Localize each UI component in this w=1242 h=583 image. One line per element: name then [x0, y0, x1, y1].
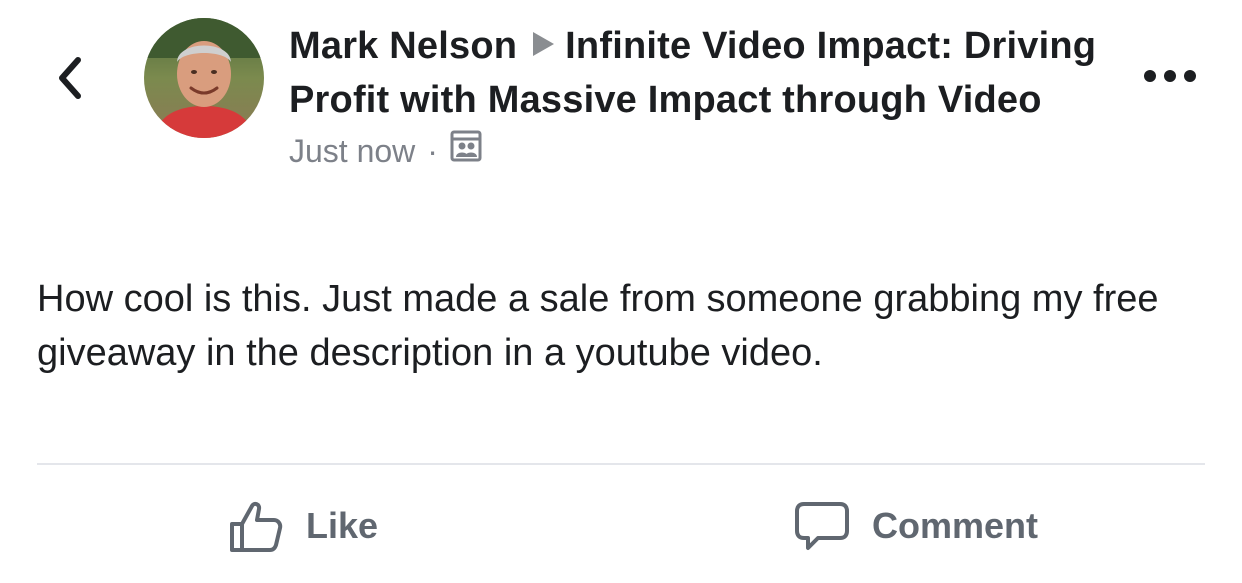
avatar[interactable] [144, 18, 264, 138]
post-text: How cool is this. Just made a sale from … [37, 278, 1159, 374]
more-options-icon-dot [1164, 70, 1176, 82]
speech-bubble-icon [794, 500, 850, 552]
post-header: Mark Nelson Infinite Video Impact: Drivin… [289, 20, 1119, 172]
thumbs-up-icon [228, 498, 284, 554]
more-options-icon-dot [1184, 70, 1196, 82]
like-button[interactable]: Like [228, 490, 378, 562]
post-title: Mark Nelson Infinite Video Impact: Drivin… [289, 20, 1119, 126]
divider [37, 463, 1205, 465]
like-label: Like [306, 505, 379, 546]
more-options-icon [1144, 70, 1156, 82]
more-options-button[interactable] [1144, 64, 1196, 88]
comment-label: Comment [872, 505, 1039, 546]
comment-button[interactable]: Comment [794, 490, 1038, 562]
group-audience-icon [450, 130, 482, 172]
timestamp[interactable]: Just now [289, 130, 415, 172]
author-name[interactable]: Mark Nelson [289, 25, 517, 67]
meta-separator: · [427, 132, 438, 169]
chevron-left-icon [59, 57, 81, 99]
avatar-photo [144, 18, 264, 138]
post-meta: Just now · [289, 130, 1119, 172]
back-button[interactable] [48, 52, 92, 104]
triangle-right-icon [531, 19, 555, 71]
